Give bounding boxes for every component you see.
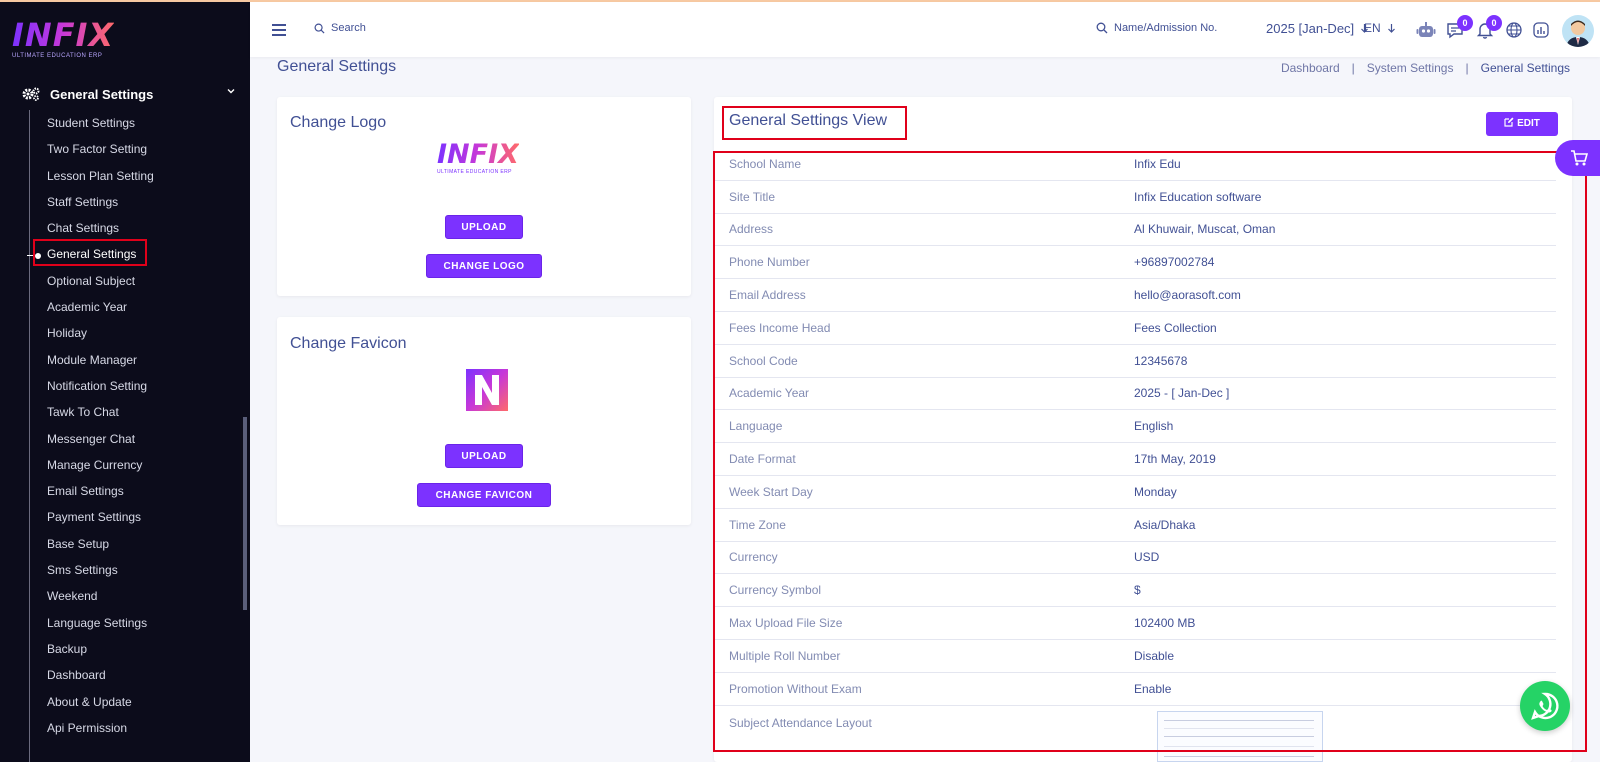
sidebar-item-api-permission[interactable]: Api Permission <box>47 718 154 744</box>
arrow-down-icon <box>1387 23 1395 33</box>
breadcrumb-system-settings[interactable]: System Settings <box>1367 61 1454 75</box>
upload-favicon-button[interactable]: UPLOAD <box>445 444 523 468</box>
submenu-list: Student Settings Two Factor Setting Less… <box>47 113 154 744</box>
breadcrumb-separator: | <box>1465 61 1469 75</box>
language-value: EN <box>1364 21 1381 35</box>
change-logo-button[interactable]: CHANGE LOGO <box>426 254 542 278</box>
chart-icon[interactable] <box>1531 20 1551 40</box>
sidebar-item-email-settings[interactable]: Email Settings <box>47 481 154 507</box>
whatsapp-icon <box>1531 692 1559 720</box>
change-favicon-title: Change Favicon <box>290 335 407 352</box>
sidebar-item-notification-setting[interactable]: Notification Setting <box>47 376 154 402</box>
avatar[interactable] <box>1562 15 1594 47</box>
sidebar-section-general-settings[interactable]: General Settings <box>22 84 236 104</box>
globe-icon[interactable] <box>1504 20 1524 40</box>
sidebar-item-payment-settings[interactable]: Payment Settings <box>47 507 154 533</box>
favicon-preview <box>466 369 508 411</box>
sidebar-item-dashboard[interactable]: Dashboard <box>47 665 154 691</box>
highlight-box-settings-table <box>713 151 1587 752</box>
change-favicon-card: Change Favicon UPLOAD CHANGE FAVICON <box>277 317 691 525</box>
sidebar-item-holiday[interactable]: Holiday <box>47 323 154 349</box>
sidebar-item-backup[interactable]: Backup <box>47 639 154 665</box>
logo-preview: INFIX ULTIMATE EDUCATION ERP <box>437 139 519 176</box>
whatsapp-button[interactable] <box>1520 681 1570 731</box>
chevron-down-icon <box>227 89 235 94</box>
sidebar-item-language-settings[interactable]: Language Settings <box>47 613 154 639</box>
search-icon <box>1096 22 1108 34</box>
change-favicon-button[interactable]: CHANGE FAVICON <box>417 483 551 507</box>
page-title: General Settings <box>277 58 397 75</box>
sidebar-item-module-manager[interactable]: Module Manager <box>47 350 154 376</box>
brand-logo[interactable]: INFIX ULTIMATE EDUCATION ERP <box>12 18 114 59</box>
logo-preview-tagline: ULTIMATE EDUCATION ERP <box>437 169 512 175</box>
sidebar-item-staff-settings[interactable]: Staff Settings <box>47 192 154 218</box>
user-avatar-icon <box>1566 20 1590 47</box>
sidebar-item-messenger-chat[interactable]: Messenger Chat <box>47 429 154 455</box>
sidebar-item-lesson-plan-setting[interactable]: Lesson Plan Setting <box>47 166 154 192</box>
highlight-box-sidebar <box>33 239 147 266</box>
sidebar-item-sms-settings[interactable]: Sms Settings <box>47 560 154 586</box>
notification-count-badge: 0 <box>1486 15 1502 31</box>
submenu-guide-line <box>29 110 30 762</box>
sidebar-item-optional-subject[interactable]: Optional Subject <box>47 271 154 297</box>
sidebar: INFIX ULTIMATE EDUCATION ERP General Set… <box>0 2 250 762</box>
student-search-label: Name/Admission No. <box>1114 22 1218 34</box>
top-bar: Search Name/Admission No. 2025 [Jan-Dec]… <box>250 2 1600 57</box>
search-box[interactable]: Search <box>314 22 366 34</box>
sidebar-item-manage-currency[interactable]: Manage Currency <box>47 455 154 481</box>
edit-button[interactable]: EDIT <box>1486 112 1558 136</box>
logo-preview-name: INFIX <box>437 139 519 170</box>
sidebar-section-label: General Settings <box>50 86 154 102</box>
brand-name: INFIX <box>12 16 115 54</box>
hamburger-icon[interactable] <box>272 24 286 36</box>
brand-tagline: ULTIMATE EDUCATION ERP <box>12 53 103 59</box>
breadcrumb-dashboard[interactable]: Dashboard <box>1281 61 1340 75</box>
sidebar-item-academic-year[interactable]: Academic Year <box>47 297 154 323</box>
academic-year-select[interactable]: 2025 [Jan-Dec] <box>1266 21 1369 36</box>
sidebar-item-about-update[interactable]: About & Update <box>47 692 154 718</box>
breadcrumb-current: General Settings <box>1480 61 1570 75</box>
chat-count-badge: 0 <box>1457 15 1473 31</box>
sidebar-item-student-settings[interactable]: Student Settings <box>47 113 154 139</box>
cart-button[interactable] <box>1555 140 1600 176</box>
sidebar-item-base-setup[interactable]: Base Setup <box>47 534 154 560</box>
sidebar-item-weekend[interactable]: Weekend <box>47 586 154 612</box>
academic-year-value: 2025 [Jan-Dec] <box>1266 21 1355 36</box>
sidebar-item-tawk-to-chat[interactable]: Tawk To Chat <box>47 402 154 428</box>
language-select[interactable]: EN <box>1364 21 1396 35</box>
highlight-box-view-title <box>722 106 907 140</box>
sidebar-item-two-factor-setting[interactable]: Two Factor Setting <box>47 139 154 165</box>
gear-icon <box>22 87 40 101</box>
change-logo-title: Change Logo <box>290 114 387 131</box>
breadcrumb: Dashboard | System Settings | General Se… <box>1281 61 1570 75</box>
breadcrumb-separator: | <box>1351 61 1355 75</box>
change-logo-card: Change Logo INFIX ULTIMATE EDUCATION ERP… <box>277 97 691 296</box>
search-icon <box>314 23 325 34</box>
robot-icon[interactable] <box>1416 20 1436 40</box>
cart-icon <box>1571 150 1588 166</box>
edit-label: EDIT <box>1517 118 1540 129</box>
student-search-box[interactable]: Name/Admission No. <box>1096 22 1217 34</box>
search-label: Search <box>331 22 366 34</box>
sidebar-scrollbar[interactable] <box>243 417 247 610</box>
edit-icon <box>1504 117 1514 127</box>
upload-logo-button[interactable]: UPLOAD <box>445 215 523 239</box>
